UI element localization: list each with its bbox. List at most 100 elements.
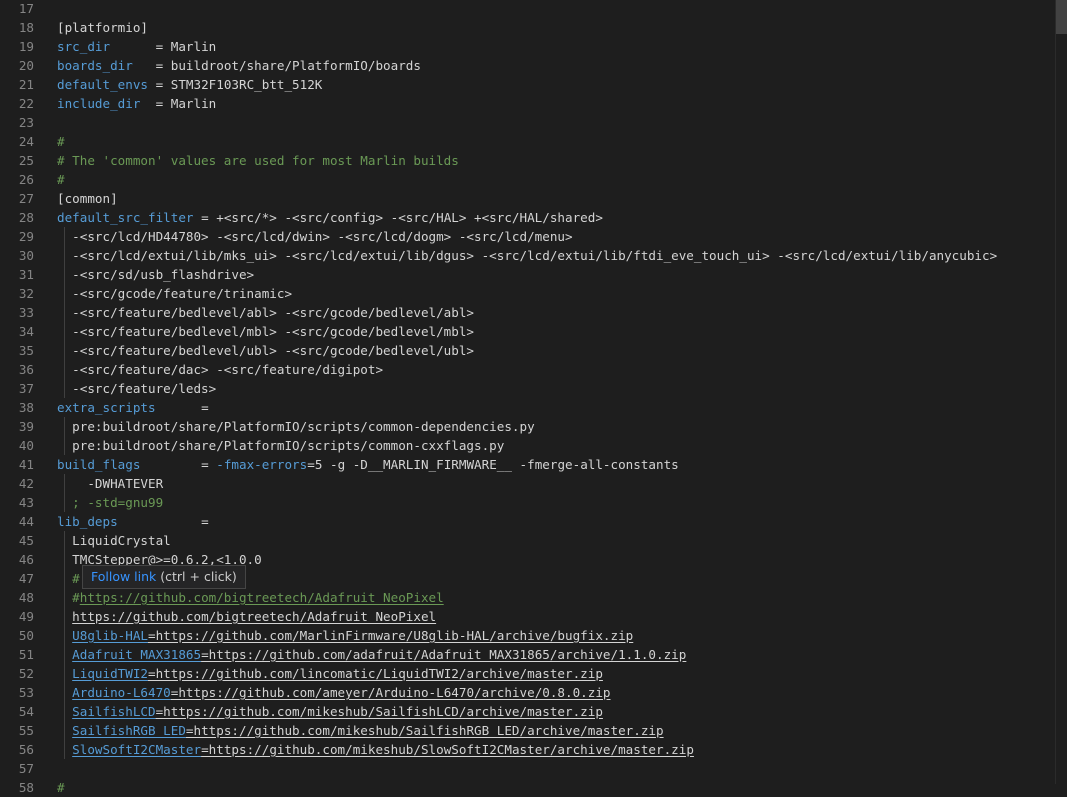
code-token: =	[117, 514, 209, 529]
line-number: 18	[18, 20, 34, 35]
code-line[interactable]: 38 extra_scripts =	[0, 398, 1056, 417]
indent-guide	[64, 246, 65, 265]
code-text: #	[57, 569, 80, 588]
code-line[interactable]: 22 include_dir = Marlin	[0, 94, 1056, 113]
code-line[interactable]: 42 -DWHATEVER	[0, 474, 1056, 493]
line-number: 58	[18, 780, 34, 795]
code-line[interactable]: 54 SailfishLCD=https://github.com/mikesh…	[0, 702, 1056, 721]
code-text: -<src/feature/dac> -<src/feature/digipot…	[57, 360, 383, 379]
scrollbar-thumb[interactable]	[1056, 0, 1067, 34]
line-number: 43	[18, 495, 34, 510]
follow-link-hint: (ctrl + click)	[156, 569, 237, 584]
line-number: 51	[18, 647, 34, 662]
line-number: 30	[18, 248, 34, 263]
code-link[interactable]: =https://github.com/adafruit/Adafruit_MA…	[201, 647, 686, 662]
code-line[interactable]: 50 U8glib-HAL=https://github.com/MarlinF…	[0, 626, 1056, 645]
code-link[interactable]: =https://github.com/lincomatic/LiquidTWI…	[148, 666, 603, 681]
code-line[interactable]: 25 # The 'common' values are used for mos…	[0, 151, 1056, 170]
code-token: #	[57, 571, 80, 586]
code-link[interactable]: LiquidTWI2	[72, 666, 148, 681]
code-line[interactable]: 51 Adafruit_MAX31865=https://github.com/…	[0, 645, 1056, 664]
code-text: -<src/lcd/extui/lib/mks_ui> -<src/lcd/ex…	[57, 246, 997, 265]
code-link[interactable]: =https://github.com/mikeshub/SailfishLCD…	[156, 704, 603, 719]
indent-guide	[64, 531, 65, 550]
code-token: LiquidCrystal	[57, 533, 171, 548]
code-line[interactable]: 33 -<src/feature/bedlevel/abl> -<src/gco…	[0, 303, 1056, 322]
code-token: src_dir	[57, 39, 111, 54]
code-line[interactable]: 30 -<src/lcd/extui/lib/mks_ui> -<src/lcd…	[0, 246, 1056, 265]
line-number: 23	[18, 115, 34, 130]
code-token: #	[57, 134, 65, 149]
indent-guide	[64, 721, 65, 740]
code-text: #	[57, 132, 65, 151]
code-line[interactable]: 24 #	[0, 132, 1056, 151]
code-line[interactable]: 45 LiquidCrystal	[0, 531, 1056, 550]
code-line[interactable]: 21 default_envs = STM32F103RC_btt_512K	[0, 75, 1056, 94]
code-line[interactable]: 19 src_dir = Marlin	[0, 37, 1056, 56]
code-line[interactable]: 29 -<src/lcd/HD44780> -<src/lcd/dwin> -<…	[0, 227, 1056, 246]
code-line[interactable]: 28 default_src_filter = +<src/*> -<src/co…	[0, 208, 1056, 227]
code-line[interactable]: 26 #	[0, 170, 1056, 189]
code-token: ; -std=gnu99	[57, 495, 164, 510]
line-number: 24	[18, 134, 34, 149]
code-text: #	[57, 778, 65, 797]
code-link[interactable]: SailfishLCD	[72, 704, 155, 719]
code-line[interactable]: 55 SailfishRGB_LED=https://github.com/mi…	[0, 721, 1056, 740]
code-line[interactable]: 18 [platformio]	[0, 18, 1056, 37]
code-token: = buildroot/share/PlatformIO/boards	[132, 58, 421, 73]
code-line[interactable]: 34 -<src/feature/bedlevel/mbl> -<src/gco…	[0, 322, 1056, 341]
code-line[interactable]: 52 LiquidTWI2=https://github.com/lincoma…	[0, 664, 1056, 683]
code-token: build_flags	[57, 457, 141, 472]
line-number: 36	[18, 362, 34, 377]
code-link[interactable]: https://github.com/bigtreetech/Adafruit_…	[72, 609, 436, 624]
code-token: -<src/lcd/HD44780> -<src/lcd/dwin> -<src…	[57, 229, 573, 244]
code-link[interactable]: =https://github.com/ameyer/Arduino-L6470…	[171, 685, 611, 700]
code-line[interactable]: 36 -<src/feature/dac> -<src/feature/digi…	[0, 360, 1056, 379]
code-link[interactable]: Adafruit_MAX31865	[72, 647, 201, 662]
code-text: [common]	[57, 189, 118, 208]
code-line[interactable]: 43 ; -std=gnu99	[0, 493, 1056, 512]
code-line[interactable]: 31 -<src/sd/usb_flashdrive>	[0, 265, 1056, 284]
code-text: -DWHATEVER	[57, 474, 163, 493]
code-text: src_dir = Marlin	[57, 37, 216, 56]
code-editor[interactable]: 17 18 [platformio] 19 src_dir = Marlin 20 boar…	[0, 0, 1056, 795]
code-token: #	[57, 780, 65, 795]
code-line[interactable]: 37 -<src/feature/leds>	[0, 379, 1056, 398]
vertical-scrollbar[interactable]	[1055, 0, 1067, 784]
code-text: -<src/lcd/HD44780> -<src/lcd/dwin> -<src…	[57, 227, 573, 246]
code-line[interactable]: 41 build_flags = -fmax-errors=5 -g -D__MA…	[0, 455, 1056, 474]
line-number: 44	[18, 514, 34, 529]
code-line[interactable]: 32 -<src/gcode/feature/trinamic>	[0, 284, 1056, 303]
line-number: 20	[18, 58, 34, 73]
code-link[interactable]: =https://github.com/MarlinFirmware/U8gli…	[148, 628, 633, 643]
code-line[interactable]: 17	[0, 0, 1056, 18]
code-line[interactable]: 23	[0, 113, 1056, 132]
code-link[interactable]: SlowSoftI2CMaster	[72, 742, 201, 757]
code-line[interactable]: 40 pre:buildroot/share/PlatformIO/script…	[0, 436, 1056, 455]
code-link[interactable]: =https://github.com/mikeshub/SlowSoftI2C…	[201, 742, 694, 757]
code-line[interactable]: 56 SlowSoftI2CMaster=https://github.com/…	[0, 740, 1056, 759]
line-number: 54	[18, 704, 34, 719]
code-line[interactable]: 44 lib_deps =	[0, 512, 1056, 531]
code-line[interactable]: 48 #https://github.com/bigtreetech/Adafr…	[0, 588, 1056, 607]
code-line[interactable]: 39 pre:buildroot/share/PlatformIO/script…	[0, 417, 1056, 436]
indent-guide	[64, 607, 65, 626]
code-link[interactable]: U8glib-HAL	[72, 628, 148, 643]
code-line[interactable]: 20 boards_dir = buildroot/share/PlatformI…	[0, 56, 1056, 75]
follow-link-action[interactable]: Follow link	[91, 569, 156, 584]
code-line[interactable]: 57	[0, 759, 1056, 778]
code-token: = STM32F103RC_btt_512K	[148, 77, 323, 92]
code-line[interactable]: 53 Arduino-L6470=https://github.com/amey…	[0, 683, 1056, 702]
code-text: LiquidCrystal	[57, 531, 171, 550]
code-link[interactable]: =https://github.com/mikeshub/SailfishRGB…	[186, 723, 664, 738]
code-line[interactable]: 49 https://github.com/bigtreetech/Adafru…	[0, 607, 1056, 626]
code-link[interactable]: Arduino-L6470	[72, 685, 171, 700]
code-text: #	[57, 170, 65, 189]
code-link[interactable]: SailfishRGB_LED	[72, 723, 186, 738]
code-line[interactable]: 58 #	[0, 778, 1056, 797]
indent-guide	[64, 664, 65, 683]
code-line[interactable]: 27 [common]	[0, 189, 1056, 208]
indent-guide	[64, 702, 65, 721]
code-line[interactable]: 35 -<src/feature/bedlevel/ubl> -<src/gco…	[0, 341, 1056, 360]
code-link[interactable]: https://github.com/bigtreetech/Adafruit_…	[80, 590, 444, 605]
